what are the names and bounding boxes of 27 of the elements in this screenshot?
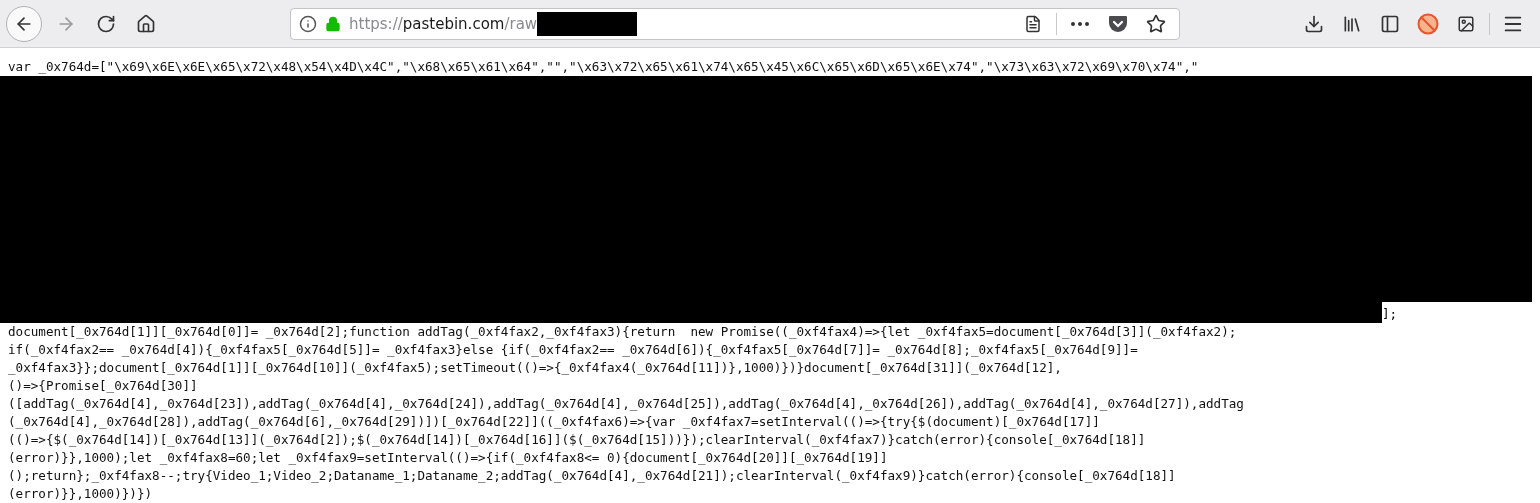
lock-icon: [325, 15, 341, 32]
reader-icon: [1024, 14, 1042, 33]
more-icon: [1071, 21, 1089, 26]
code-line: ()=>{Promise[_0x764d[30]]: [7, 377, 199, 395]
url-text: https://pastebin.com/raw: [349, 14, 538, 33]
address-bar[interactable]: https://pastebin.com/raw: [290, 7, 1180, 40]
code-line: _0xf4fax3}};document[_0x764d[1]][_0x764d[10]](_0xf4fax5);setTimeout(()=>{_0xf4fax4(_0x764d[11])},1000)})}document[_0x764d[31]](_0x764d[12],: [7, 359, 1063, 377]
pocket-icon: [1108, 14, 1128, 33]
download-icon: [1304, 13, 1324, 34]
info-icon: [299, 14, 317, 33]
star-icon: [1146, 13, 1166, 34]
blocked-icon: [1417, 12, 1439, 35]
code-line: document[_0x764d[1]][_0x764d[0]]= _0x764d[2];function addTag(_0xf4fax2,_0xf4fax3){return new Promise((_0xf4fax4)=>{let _0xf4fax5=document[_0x764d[3]](_0xf4fax2);: [7, 323, 1238, 341]
reload-icon: [96, 13, 116, 34]
image-icon: [1457, 14, 1475, 33]
code-line: (error)}},1000);let _0xf4fax8=60;let _0xf4fax9=setInterval(()=>{if(_0xf4fax8<= 0){document[_0x764d[20]][_0x764d[19]]: [7, 449, 889, 467]
code-line: (error)}},1000)})}): [7, 485, 154, 503]
code-line: (()=>{$(_0x764d[14])[_0x764d[13]](_0x764d[2]);$(_0x764d[14])[_0x764d[16]]($(_0x764d[15]))});clearInterval(_0xf4fax7)}catch(error){console[_0x764d[18]]: [7, 431, 1147, 449]
back-button[interactable]: [6, 5, 42, 42]
code-line: if(_0xf4fax2== _0x764d[4]){_0xf4fax5[_0x764d[5]]= _0xf4fax3}else {if(_0xf4fax2== _0x764d[6]){_0xf4fax5[_0x764d[7]]= _0x764d[8];_0xf4fax5[_0x764d[9]]=: [7, 341, 1139, 359]
home-icon: [136, 13, 156, 34]
code-line: ];: [1382, 305, 1398, 323]
code-line: var _0x764d=["\x69\x6E\x6E\x65\x72\x48\x54\x4D\x4C","\x68\x65\x61\x64","","\x63\x72\x65\x61\x74\x65\x45\x6C\x65\x6D\x65\x6E\x74","\x73\x63\x72\x69\x70\x74",": [7, 58, 1200, 76]
code-line: (_0x764d[4],_0x764d[28]),addTag(_0x764d[6],_0x764d[29])])[_0x764d[22]]((_0xf4fax6)=>{var _0xf4fax7=setInterval(()=>{try{$(document)[_0x764d[17]]: [7, 413, 1101, 431]
code-line: ([addTag(_0x764d[4],_0x764d[23]),addTag(_0x764d[4],_0x764d[24]),addTag(_0x764d[4],_0x764d[25]),addTag(_0x764d[4],_0x764d[26]),addTag(_0x764d[4],_0x764d[27]),addTag: [7, 395, 1245, 413]
sidebar-icon: [1380, 13, 1400, 34]
code-line: ();return};_0xf4fax8--;try{Video_1;Video_2;Dataname_1;Dataname_2;addTag(_0x764d[4],_0x764d[21]);clearInterval(_0xf4fax9)}catch(error){console[_0x764d[18]]: [7, 467, 1177, 485]
